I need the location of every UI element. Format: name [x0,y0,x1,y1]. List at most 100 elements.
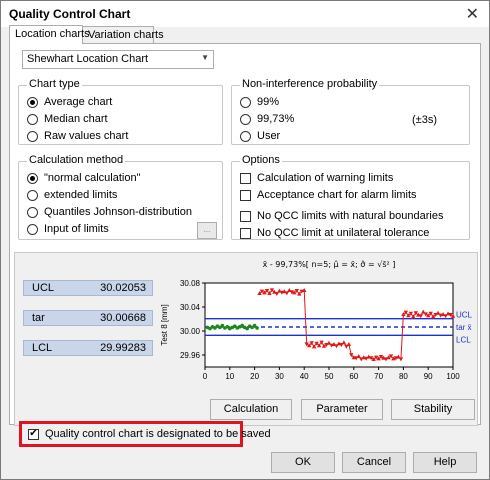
radio-user[interactable]: User [240,129,280,143]
control-chart: x̄ - 99,73%[ n=5; μ̂ = x̄; σ̂ = √s̄² ] Te… [160,259,473,381]
tab-panel: Shewhart Location Chart ▼ Chart type Ave… [9,43,481,426]
sigma-note: (±3s) [412,114,437,126]
radio-icon[interactable] [27,96,38,108]
tab-location-charts[interactable]: Location charts [9,25,90,44]
radio-normal-calculation[interactable]: "normal calculation" [27,171,140,185]
radio-raw-values-chart[interactable]: Raw values chart [27,129,128,143]
target-value: 30.00668 [100,312,146,324]
calculation-method-group: Calculation method "normal calculation" … [18,154,223,240]
radio-label: Average chart [44,96,113,108]
chart-type-select[interactable]: Shewhart Location Chart ▼ [22,50,214,69]
radio-quantiles-johnson[interactable]: Quantiles Johnson-distribution [27,205,192,219]
title-bar: Quality Control Chart ✕ [1,1,489,27]
radio-icon[interactable] [27,130,38,142]
checkbox-icon[interactable] [240,210,251,222]
x-tick-label: 0 [203,372,208,381]
calculation-method-group-title: Calculation method [27,154,126,166]
input-limits-ellipsis-button[interactable]: ... [197,222,217,239]
radio-label: Raw values chart [44,130,129,142]
radio-99[interactable]: 99% [240,95,279,109]
radio-extended-limits[interactable]: extended limits [27,188,117,202]
save-option-highlight: ✔ Quality control chart is designated to… [19,421,271,447]
quality-control-dialog: Quality Control Chart ✕ Location charts … [0,0,490,480]
radio-icon[interactable] [27,223,38,235]
radio-icon[interactable] [27,206,38,218]
calculation-button[interactable]: Calculation [210,399,292,420]
radio-label: 99,73% [257,113,295,125]
x-tick-label: 60 [349,372,358,381]
radio-label: User [257,130,281,142]
help-button[interactable]: Help [413,452,477,473]
radio-input-of-limits[interactable]: Input of limits [27,222,109,236]
probability-group-title: Non-interference probability [240,78,380,90]
chart-type-group-title: Chart type [27,78,82,90]
lcl-value: 29.99283 [100,342,146,354]
lcl-box: LCL 29.99283 [23,340,153,356]
radio-icon[interactable] [27,113,38,125]
check-acceptance-chart[interactable]: Acceptance chart for alarm limits [240,188,417,202]
x-tick-label: 80 [399,372,408,381]
radio-label: Quantiles Johnson-distribution [44,206,192,218]
checkbox-icon[interactable] [240,189,251,201]
radio-label: "normal calculation" [44,172,141,184]
check-no-qcc-natural[interactable]: No QCC limits with natural boundaries [240,209,443,223]
control-line-label: UCL [456,311,473,320]
stability-button[interactable]: Stability [391,399,475,420]
close-icon[interactable]: ✕ [466,4,479,24]
radio-icon[interactable] [27,172,38,184]
tab-variation-charts[interactable]: Variation charts [82,26,164,43]
chart-type-group: Chart type Average chart Median chart Ra… [18,78,223,145]
checkbox-label: No QCC limit at unilateral tolerance [257,227,430,239]
y-tick-label: 29.96 [180,351,201,360]
y-tick-label: 30.04 [180,303,201,312]
radio-icon[interactable] [240,113,251,125]
x-tick-label: 50 [325,372,334,381]
radio-icon[interactable] [240,130,251,142]
control-line-label: LCL [456,335,471,344]
target-box: tar 30.00668 [23,310,153,326]
y-tick-label: 30.08 [180,279,201,288]
options-group: Options Calculation of warning limits Ac… [231,154,470,240]
chart-type-select-value: Shewhart Location Chart [27,53,149,65]
checkbox-icon[interactable] [240,227,251,239]
checkbox-label: No QCC limits with natural boundaries [257,210,444,222]
data-point [255,326,259,330]
radio-label: extended limits [44,189,118,201]
radio-icon[interactable] [27,189,38,201]
parameter-button[interactable]: Parameter [301,399,383,420]
x-tick-label: 10 [225,372,234,381]
check-save-chart[interactable]: ✔ Quality control chart is designated to… [28,427,271,441]
radio-label: 99% [257,96,280,108]
radio-label: Input of limits [44,223,109,235]
options-group-title: Options [240,154,282,166]
checkbox-label: Calculation of warning limits [257,172,394,184]
check-no-qcc-unilateral[interactable]: No QCC limit at unilateral tolerance [240,226,429,240]
save-option-label: Quality control chart is designated to b… [45,428,271,440]
radio-label: Median chart [44,113,108,125]
checkbox-icon[interactable] [240,172,251,184]
ucl-label: UCL [32,282,55,294]
x-tick-label: 100 [446,372,460,381]
y-axis-label: Test 8 [mm] [160,304,169,345]
checkbox-label: Acceptance chart for alarm limits [257,189,417,201]
x-tick-label: 90 [424,372,433,381]
chart-title: x̄ - 99,73%[ n=5; μ̂ = x̄; σ̂ = √s̄² ] [263,259,396,269]
x-tick-label: 30 [275,372,284,381]
x-tick-label: 70 [374,372,383,381]
radio-average-chart[interactable]: Average chart [27,95,112,109]
checkmark-icon[interactable]: ✔ [28,428,39,440]
radio-median-chart[interactable]: Median chart [27,112,108,126]
lcl-label: LCL [32,342,53,354]
cancel-button[interactable]: Cancel [342,452,406,473]
radio-99-73[interactable]: 99,73% [240,112,294,126]
y-tick-label: 30.00 [180,327,201,336]
control-line-label: tar x̄ [456,323,472,332]
ok-button[interactable]: OK [271,452,335,473]
radio-icon[interactable] [240,96,251,108]
x-tick-label: 20 [250,372,259,381]
ucl-box: UCL 30.02053 [23,280,153,296]
ucl-value: 30.02053 [100,282,146,294]
check-warning-limits[interactable]: Calculation of warning limits [240,171,393,185]
chevron-down-icon: ▼ [201,53,209,62]
x-tick-label: 40 [300,372,309,381]
